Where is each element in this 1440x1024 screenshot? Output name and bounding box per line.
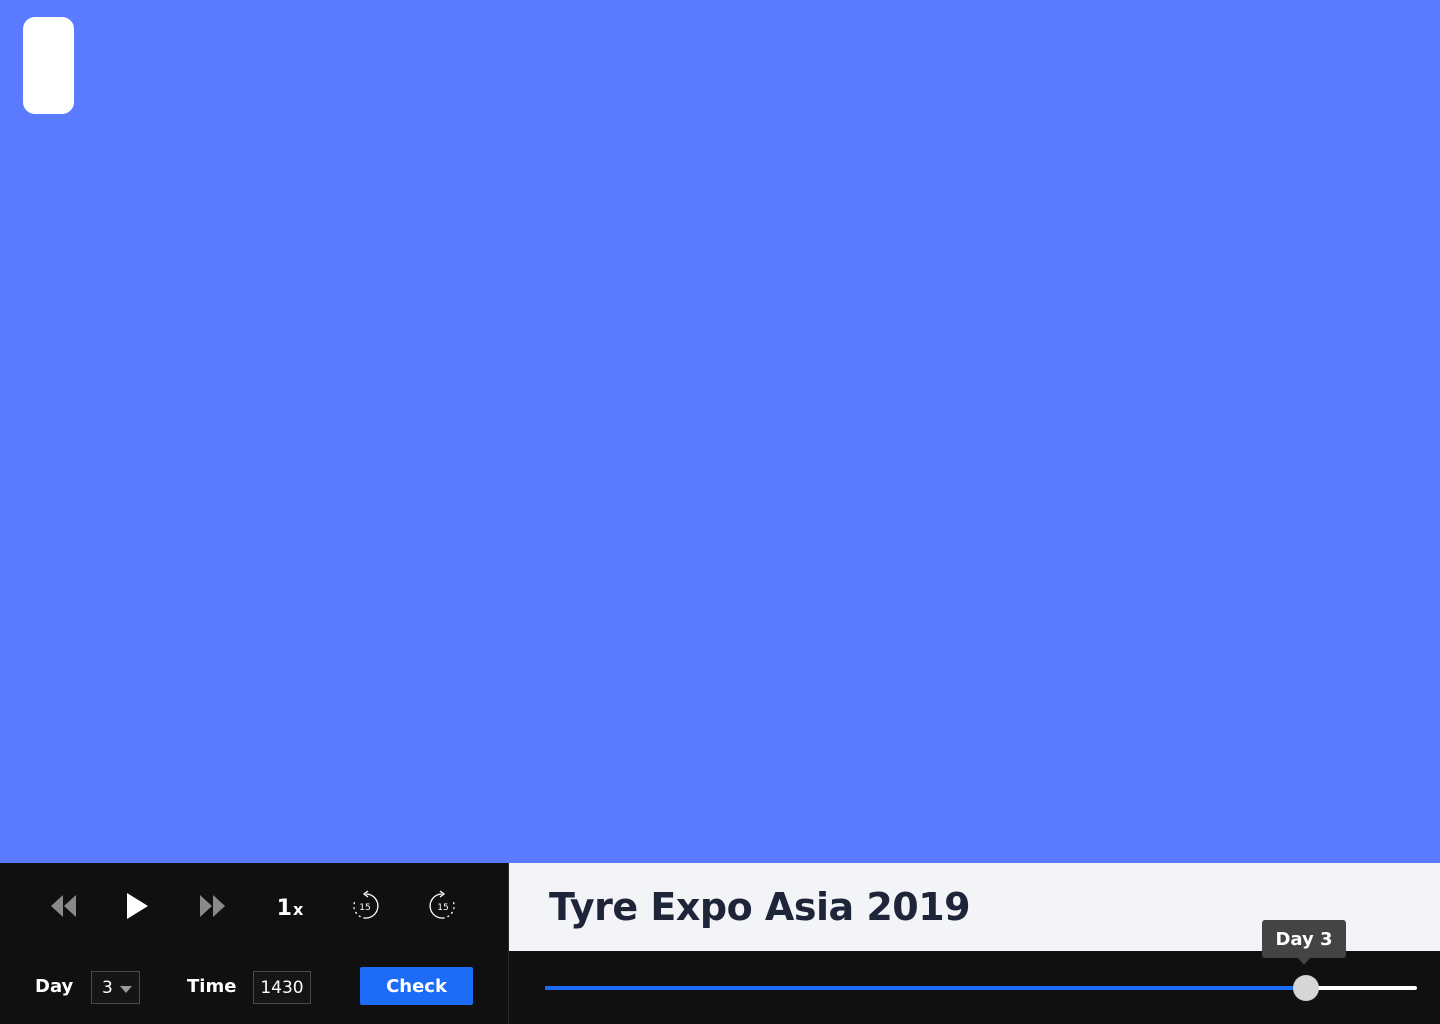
skip-back-button[interactable]: 15: [346, 889, 384, 927]
timeline-tooltip: Day 3: [1262, 920, 1346, 965]
play-icon: [125, 892, 149, 924]
day-dropdown-value: 3: [102, 977, 113, 998]
rewind-button[interactable]: [44, 889, 82, 927]
time-label: Time: [187, 976, 237, 997]
skip-forward-seconds: 15: [437, 903, 448, 913]
timeline-progress: [545, 986, 1306, 990]
timeline-thumb[interactable]: [1293, 975, 1319, 1001]
replay-15-icon: 15: [349, 890, 381, 926]
timeline-slider[interactable]: Day 3: [545, 920, 1417, 1001]
skip-back-seconds: 15: [359, 903, 370, 913]
speed-value: 1: [276, 895, 292, 921]
fast-forward-icon: [199, 893, 227, 923]
check-button[interactable]: Check: [360, 967, 473, 1005]
timeline-panel: Day 3: [509, 920, 1440, 1024]
playback-speed-button[interactable]: 1x: [268, 889, 312, 927]
chevron-down-icon: [120, 986, 132, 993]
play-button[interactable]: [118, 889, 156, 927]
forward-15-icon: 15: [427, 890, 459, 926]
skip-forward-button[interactable]: 15: [424, 889, 462, 927]
map-canvas[interactable]: [0, 0, 1440, 863]
day-dropdown[interactable]: 3: [91, 971, 140, 1004]
zoom-control-pill[interactable]: [23, 17, 74, 114]
rewind-icon: [49, 893, 77, 923]
time-input[interactable]: [253, 971, 311, 1004]
fast-forward-button[interactable]: [194, 889, 232, 927]
day-label: Day: [35, 976, 74, 997]
page-title: Tyre Expo Asia 2019: [549, 885, 971, 929]
speed-unit: x: [292, 899, 304, 919]
